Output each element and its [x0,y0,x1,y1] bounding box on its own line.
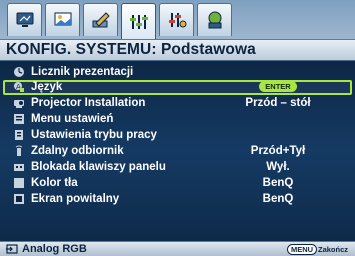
menu-settings-icon [13,113,25,125]
page-title: KONFIG. SYSTEMU: Podstawowa [6,41,256,58]
exit-label: Zakończ [318,245,349,254]
menu-item-panel-key-lock[interactable]: Blokada klawiszy panelu Wył. [3,160,352,175]
tab-strip [0,0,355,39]
menu-item-value: ENTER [223,80,333,94]
tab-system-advanced[interactable] [159,3,194,36]
menu-item-label: Ekran powitalny [31,193,120,205]
menu-item-projector-installation[interactable]: Projector Installation Przód – stół [3,96,352,111]
input-source-icon [6,244,18,254]
remote-icon [13,145,25,157]
menu-item-operation-settings[interactable]: Ustawienia trybu pracy [3,128,352,143]
menu-item-label: Blokada klawiszy panelu [31,161,166,173]
menu-item-label: Język [31,81,63,93]
menu-item-label: Ustawienia trybu pracy [31,129,157,141]
menu-item-menu-settings[interactable]: Menu ustawień [3,112,352,127]
tab-system-basic[interactable] [121,3,156,39]
menu-item-remote-receiver[interactable]: Zdalny odbiornik Przód+Tył [3,144,352,159]
menu-item-presentation-timer[interactable]: Licznik prezentacji [3,65,352,80]
operation-settings-icon [13,129,25,141]
menu-item-label: Zdalny odbiornik [31,145,124,157]
splash-screen-icon [13,193,25,205]
background-color-icon [13,177,25,189]
tab-pencil[interactable] [83,3,118,36]
advanced-settings-icon [168,13,186,28]
pencil-icon [92,12,110,28]
menu-item-label: Licznik prezentacji [31,66,134,78]
menu-item-label: Projector Installation [31,97,146,109]
tab-display[interactable] [7,3,42,36]
menu-item-splash-screen[interactable]: Ekran powitalny BenQ [3,192,352,207]
timer-icon [13,66,25,78]
menu-item-value: Przód – stół [245,97,311,109]
tab-information[interactable] [197,3,232,36]
menu-item-label: Kolor tła [31,177,78,189]
info-icon [208,11,221,29]
title-bar: KONFIG. SYSTEMU: Podstawowa [0,39,355,61]
projector-icon [13,97,25,109]
menu-item-value: Wył. [266,161,290,173]
menu-item-value: BenQ [262,177,294,189]
menu-item-background-color[interactable]: Kolor tła BenQ [3,176,352,191]
keypad-lock-icon [13,161,25,173]
status-bar: Analog RGB MENU Zakończ [0,241,355,256]
picture-icon [54,12,71,26]
enter-badge[interactable]: ENTER [259,81,297,93]
menu-item-value: Przód+Tył [250,145,306,157]
display-icon [16,12,33,27]
input-source-label: Analog RGB [22,243,87,255]
language-icon: A [13,81,25,93]
osd-screen: KONFIG. SYSTEMU: Podstawowa Licznik prez… [0,0,355,256]
menu-key-badge[interactable]: MENU [287,244,318,255]
menu-item-label: Menu ustawień [31,113,114,125]
tab-picture[interactable] [45,3,80,36]
settings-icon [129,14,148,29]
menu-item-language[interactable]: A Język ENTER [3,80,352,95]
menu-item-value: BenQ [262,193,294,205]
settings-menu: Licznik prezentacji A Język ENTER Projec… [0,61,355,241]
